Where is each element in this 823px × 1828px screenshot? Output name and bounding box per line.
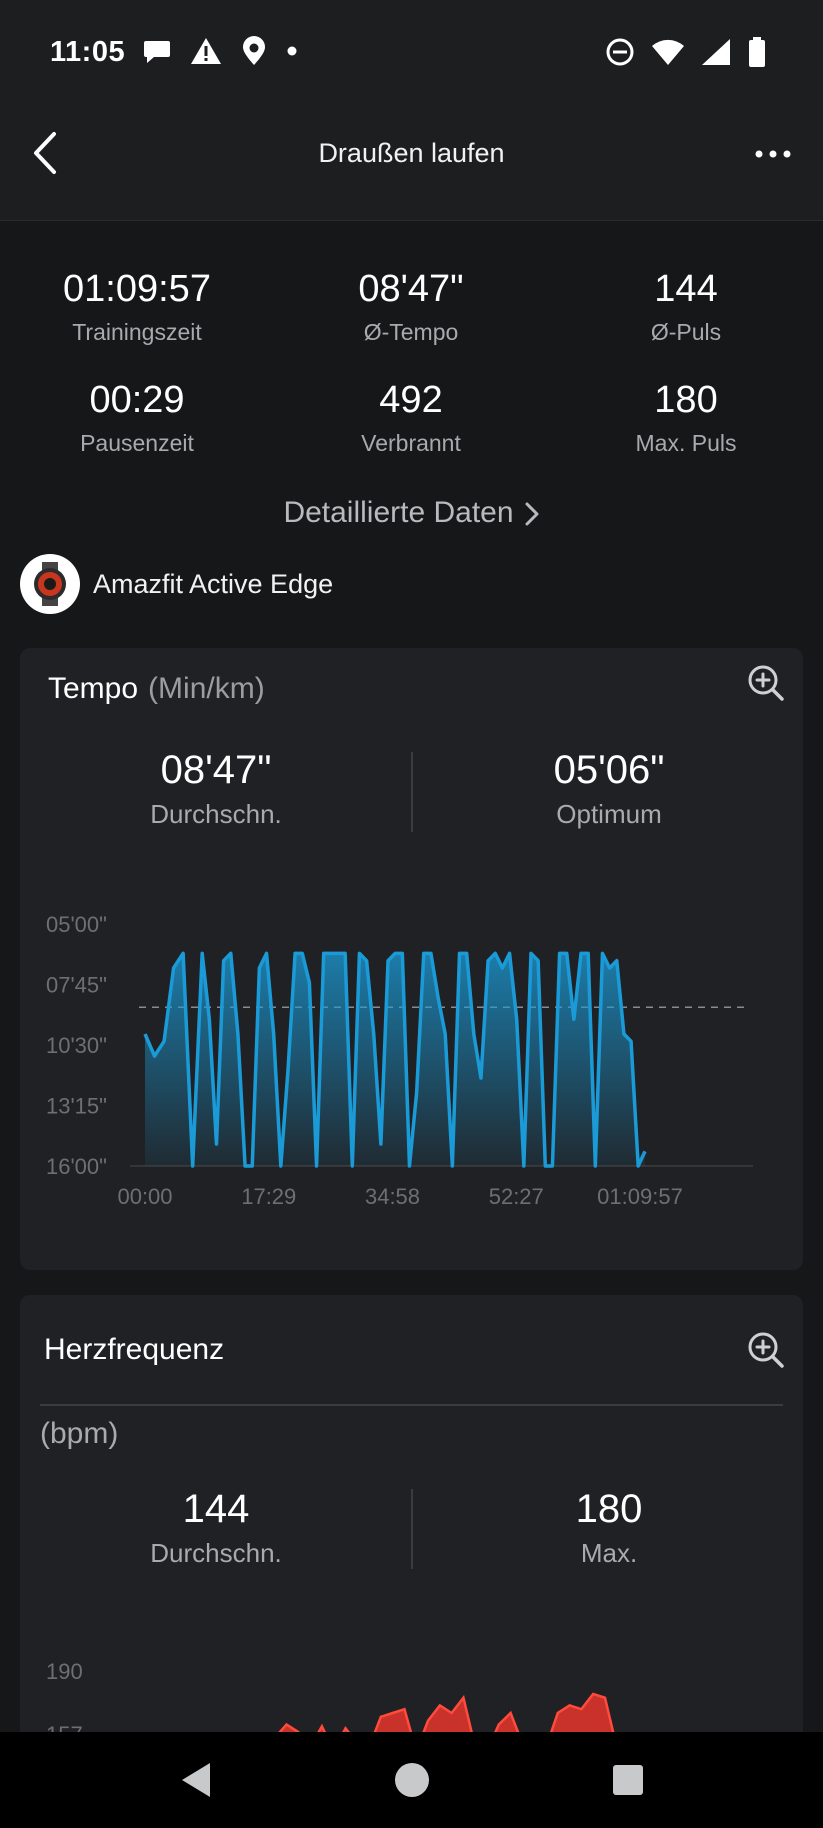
y-tick-label: 07'45" <box>46 973 107 998</box>
detailed-data-label: Detaillierte Daten <box>283 496 514 529</box>
stat-pause-time: 00:29 Pausenzeit <box>7 379 267 457</box>
x-tick-label: 00:00 <box>117 1184 172 1209</box>
heart-rate-divider <box>40 1404 783 1406</box>
stat-max-heart-rate: 180 Max. Puls <box>556 379 816 457</box>
heart-rate-avg-value: 144 <box>182 1487 250 1531</box>
pace-card: Tempo (Min/km) 08'47" Durchschn. 05'06" O… <box>20 648 803 1270</box>
stat-label: Trainingszeit <box>72 319 202 345</box>
notification-icons <box>142 36 298 66</box>
signal-icon <box>702 39 730 65</box>
stat-training-time: 01:09:57 Trainingszeit <box>7 268 267 346</box>
y-tick-label: 190 <box>46 1659 83 1684</box>
x-tick-label: 17:29 <box>241 1184 296 1209</box>
pace-avg-value: 08'47" <box>160 748 272 792</box>
pace-avg-label: Durchschn. <box>150 799 282 829</box>
y-tick-label: 05'00" <box>46 912 107 937</box>
app-bar: Draußen laufen <box>0 104 823 221</box>
x-tick-label: 01:09:57 <box>597 1184 683 1209</box>
heart-rate-max-label: Max. <box>580 1538 638 1568</box>
more-options-button[interactable] <box>753 144 793 164</box>
system-icons <box>605 36 767 68</box>
pace-chart: 05'00" 07'45" 10'30" 13'15" 16'00" 00:00 17:2… <box>46 912 753 1209</box>
status-time: 11:05 <box>50 36 126 68</box>
stat-calories: 492 Verbrannt <box>281 379 541 457</box>
watch-icon <box>34 562 66 606</box>
pace-card-title: Tempo (Min/km) <box>48 672 265 706</box>
do-not-disturb-icon <box>606 38 634 66</box>
heart-rate-max: 180 Max. <box>413 1487 805 1569</box>
pace-title: Tempo <box>48 672 139 705</box>
heart-rate-unit: (bpm) <box>40 1417 119 1450</box>
stat-label: Pausenzeit <box>80 430 194 456</box>
pace-avg: 08'47" Durchschn. <box>20 748 412 830</box>
status-bar: 11:05 <box>0 0 823 104</box>
x-tick-label: 34:58 <box>365 1184 420 1209</box>
nav-recents-button[interactable] <box>611 1760 645 1800</box>
wifi-icon <box>652 39 684 65</box>
device-name: Amazfit Active Edge <box>93 568 334 599</box>
nav-back-button[interactable] <box>178 1760 214 1800</box>
page-title: Draußen laufen <box>318 138 505 168</box>
y-tick-label: 13'15" <box>46 1094 107 1119</box>
stat-label: Ø-Tempo <box>363 319 459 345</box>
nav-home-button[interactable] <box>393 1760 431 1800</box>
battery-icon <box>749 37 765 67</box>
heart-rate-avg-label: Durchschn. <box>150 1538 282 1568</box>
stat-avg-pace: 08'47" Ø-Tempo <box>281 268 541 346</box>
pace-best-label: Optimum <box>556 799 662 829</box>
pace-best-value: 05'06" <box>553 748 665 792</box>
stat-label: Max. Puls <box>635 430 737 456</box>
stat-label: Verbrannt <box>361 430 461 456</box>
stat-avg-heart-rate: 144 Ø-Puls <box>556 268 816 346</box>
chevron-right-icon <box>525 502 539 526</box>
detailed-data-link[interactable]: Detaillierte Daten <box>0 496 823 530</box>
stat-value: 08'47" <box>358 268 464 310</box>
navigation-bar <box>0 1732 823 1828</box>
chat-bubble-icon <box>144 41 170 63</box>
stat-value: 180 <box>654 379 718 421</box>
heart-rate-max-value: 180 <box>575 1487 643 1531</box>
paw-location-icon <box>243 36 265 65</box>
device-row[interactable]: Amazfit Active Edge <box>20 554 333 614</box>
dot-icon <box>287 46 297 56</box>
x-tick-label: 52:27 <box>489 1184 544 1209</box>
zoom-in-icon[interactable] <box>747 664 785 702</box>
zoom-in-icon[interactable] <box>747 1331 785 1369</box>
stat-value: 00:29 <box>89 379 185 421</box>
stat-label: Ø-Puls <box>650 319 722 345</box>
stat-value: 492 <box>379 379 443 421</box>
pace-unit: (Min/km) <box>148 672 265 705</box>
y-tick-label: 10'30" <box>46 1033 107 1058</box>
warning-icon <box>191 38 221 64</box>
heart-rate-title: Herzfrequenz <box>44 1333 225 1366</box>
stat-value: 144 <box>654 268 718 310</box>
stat-value: 01:09:57 <box>63 268 211 310</box>
heart-rate-avg: 144 Durchschn. <box>20 1487 412 1569</box>
watch-avatar <box>20 554 80 614</box>
pace-best: 05'06" Optimum <box>413 748 805 830</box>
y-tick-label: 16'00" <box>46 1154 107 1179</box>
heart-rate-card: Herzfrequenz (bpm) 144 Durchschn. 180 Ma… <box>20 1295 805 1780</box>
